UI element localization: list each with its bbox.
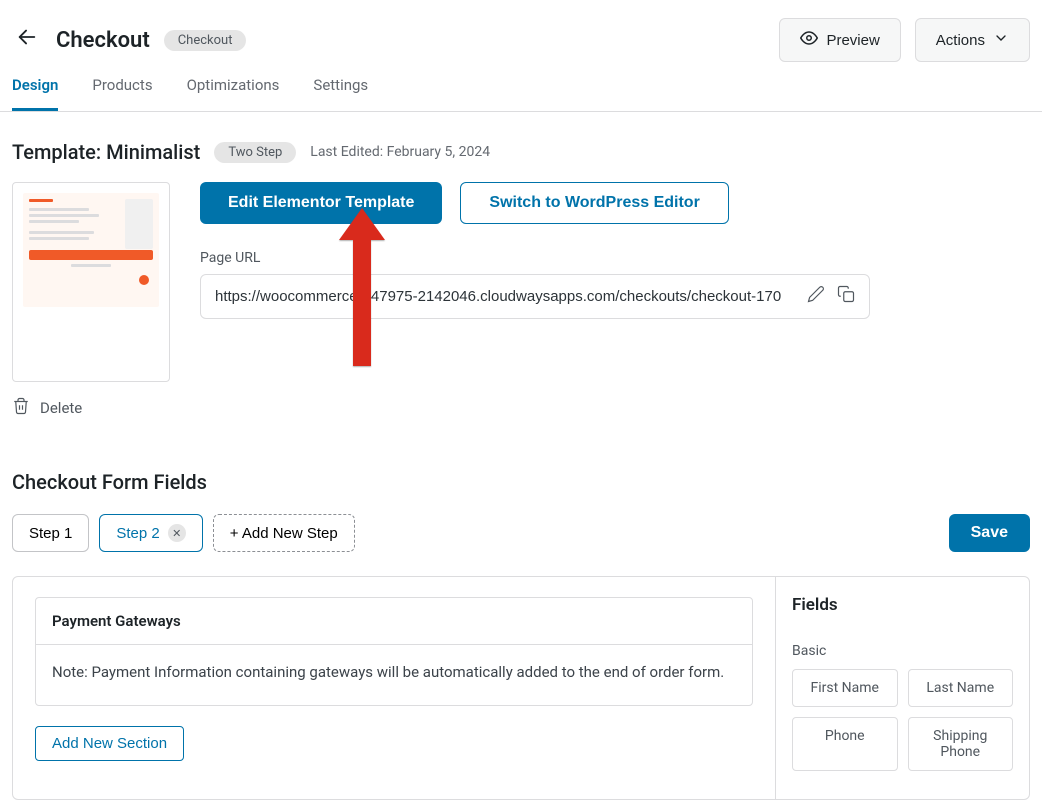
- chevron-down-icon: [993, 30, 1009, 50]
- actions-button[interactable]: Actions: [915, 18, 1030, 62]
- save-button[interactable]: Save: [949, 514, 1030, 552]
- tab-products[interactable]: Products: [92, 76, 152, 111]
- add-step-button[interactable]: + Add New Step: [213, 514, 355, 552]
- tab-settings[interactable]: Settings: [313, 76, 368, 111]
- payment-gateways-box: Payment Gateways Note: Payment Informati…: [35, 597, 753, 706]
- tab-design[interactable]: Design: [12, 76, 58, 111]
- field-chip-first-name[interactable]: First Name: [792, 669, 898, 707]
- tabs-nav: Design Products Optimizations Settings: [0, 76, 1042, 112]
- eye-icon: [800, 29, 818, 51]
- field-chip-shipping-phone[interactable]: Shipping Phone: [908, 717, 1014, 771]
- edit-template-button[interactable]: Edit Elementor Template: [200, 182, 442, 224]
- tab-optimizations[interactable]: Optimizations: [187, 76, 280, 111]
- add-section-button[interactable]: Add New Section: [35, 726, 184, 761]
- switch-editor-button[interactable]: Switch to WordPress Editor: [460, 182, 728, 224]
- page-title: Checkout: [56, 28, 150, 53]
- copy-url-button[interactable]: [837, 285, 855, 308]
- delete-template-button[interactable]: Delete: [12, 396, 170, 420]
- template-type-badge: Two Step: [214, 142, 296, 163]
- step-2-label: Step 2: [116, 525, 159, 542]
- page-url-input[interactable]: [215, 288, 795, 305]
- page-url-field: [200, 274, 870, 319]
- trash-icon: [12, 396, 30, 420]
- template-title: Template: Minimalist: [12, 140, 200, 164]
- form-fields-section-title: Checkout Form Fields: [12, 470, 1030, 494]
- last-edited: Last Edited: February 5, 2024: [310, 144, 490, 160]
- step-2-button[interactable]: Step 2 ✕: [99, 514, 202, 552]
- actions-label: Actions: [936, 32, 985, 49]
- fields-panel-title: Fields: [792, 595, 1013, 615]
- page-type-badge: Checkout: [164, 30, 247, 51]
- preview-button[interactable]: Preview: [779, 18, 900, 62]
- field-chip-phone[interactable]: Phone: [792, 717, 898, 771]
- template-thumbnail[interactable]: [12, 182, 170, 382]
- edit-url-button[interactable]: [807, 285, 825, 308]
- preview-label: Preview: [826, 32, 879, 49]
- back-arrow-icon[interactable]: [12, 26, 42, 54]
- page-url-label: Page URL: [200, 250, 870, 266]
- payment-gateways-note: Note: Payment Information containing gat…: [36, 645, 752, 705]
- payment-gateways-heading: Payment Gateways: [36, 598, 752, 645]
- remove-step-icon[interactable]: ✕: [168, 524, 186, 542]
- field-chip-last-name[interactable]: Last Name: [908, 669, 1014, 707]
- step-1-button[interactable]: Step 1: [12, 514, 89, 552]
- fields-group-basic: Basic: [792, 643, 1013, 659]
- delete-label: Delete: [40, 399, 82, 417]
